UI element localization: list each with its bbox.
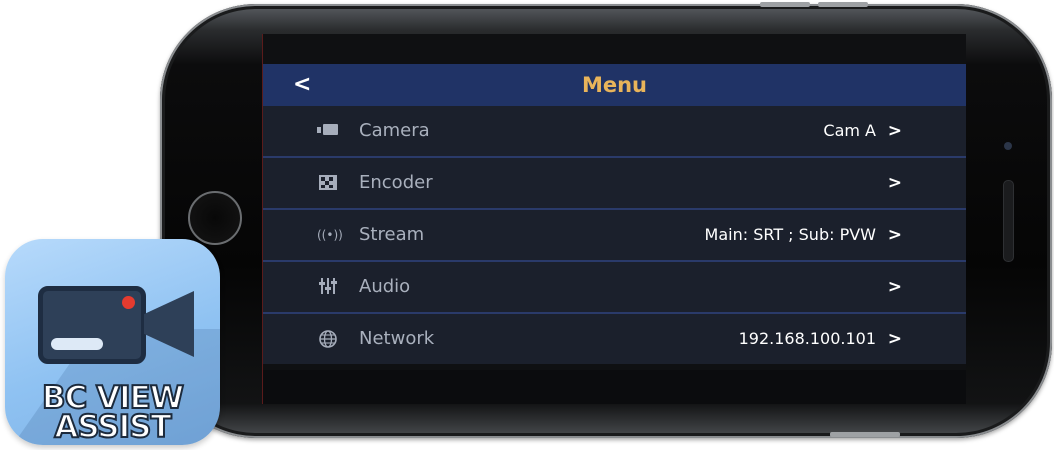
power-button <box>830 432 900 437</box>
encoder-icon <box>317 173 339 193</box>
camera-icon <box>317 121 339 141</box>
record-dot-icon <box>122 296 135 309</box>
chevron-right-icon: > <box>887 173 902 193</box>
audio-mixer-icon <box>317 277 339 297</box>
chevron-right-icon: > <box>887 329 902 349</box>
menu-list: Camera Cam A > Encoder > ((•)) Stream Ma… <box>263 106 966 364</box>
menu-header: < Menu <box>263 64 966 106</box>
menu-item-value: Main: SRT ; Sub: PVW <box>704 225 876 244</box>
menu-item-label: Stream <box>359 224 425 245</box>
phone-screen: < Menu Camera Cam A > Encoder > ((•)) St… <box>262 34 966 404</box>
menu-item-stream[interactable]: ((•)) Stream Main: SRT ; Sub: PVW > <box>263 210 966 262</box>
menu-item-network[interactable]: Network 192.168.100.101 > <box>263 314 966 364</box>
camera-slot <box>51 338 103 350</box>
globe-icon <box>317 329 339 349</box>
earpiece-speaker <box>1003 180 1014 262</box>
volume-down-button <box>818 2 868 7</box>
stream-icon: ((•)) <box>317 228 343 242</box>
menu-item-label: Encoder <box>359 172 433 193</box>
menu-item-label: Network <box>359 328 435 349</box>
app-name-line2: ASSIST <box>53 408 172 445</box>
chevron-right-icon: > <box>887 225 902 245</box>
menu-item-camera[interactable]: Camera Cam A > <box>263 106 966 158</box>
chevron-right-icon: > <box>887 277 902 297</box>
menu-item-label: Audio <box>359 276 411 297</box>
menu-item-value: Cam A <box>823 121 876 140</box>
chevron-right-icon: > <box>887 121 902 141</box>
home-button[interactable] <box>188 191 242 245</box>
menu-item-encoder[interactable]: Encoder > <box>263 158 966 210</box>
menu-item-value: 192.168.100.101 <box>738 329 876 348</box>
video-camera-icon <box>38 286 146 364</box>
screen-bottom-area <box>263 370 966 404</box>
menu-item-audio[interactable]: Audio > <box>263 262 966 314</box>
front-camera-sensor <box>1004 142 1012 150</box>
volume-up-button <box>760 2 810 7</box>
app-logo: BC VIEW ASSIST <box>5 239 220 445</box>
page-title: Menu <box>581 73 648 97</box>
menu-item-label: Camera <box>359 120 430 141</box>
